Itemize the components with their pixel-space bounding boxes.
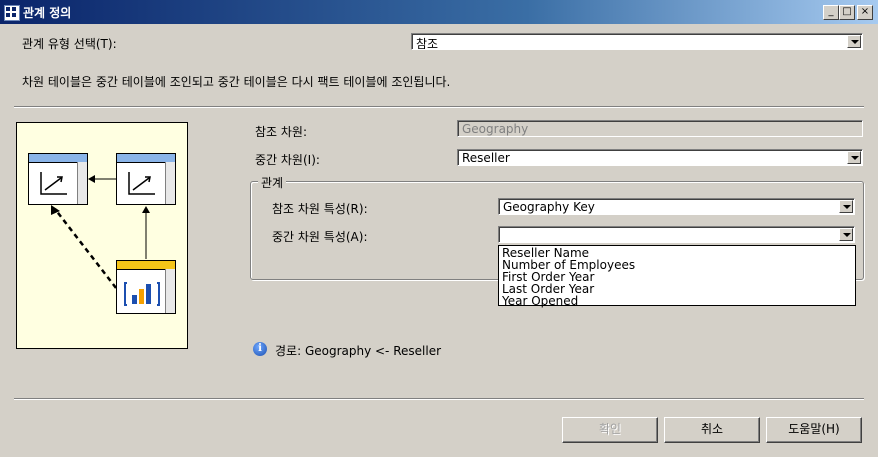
reference-attribute-label: 참조 차원 특성(R): [272, 202, 368, 216]
path-text: 경로: Geography <- Reseller [275, 344, 442, 358]
relationship-diagram [16, 122, 188, 349]
app-icon [4, 5, 20, 21]
relation-type-select[interactable]: 참조 [411, 33, 863, 51]
dropdown-option[interactable]: Year Opened [502, 295, 578, 307]
cancel-button[interactable]: 취소 [664, 417, 760, 443]
relationship-group-label: 관계 [258, 174, 287, 191]
intermediate-attribute-label: 중간 차원 특성(A): [272, 230, 368, 244]
window-title: 관계 정의 [23, 6, 72, 20]
diagram-connectors [51, 175, 150, 289]
chevron-down-icon[interactable] [847, 151, 861, 164]
chevron-down-icon[interactable] [839, 200, 853, 213]
chevron-down-icon[interactable] [839, 228, 853, 241]
reference-dimension-value: Geography [462, 122, 529, 136]
intermediate-dimension-value: Reseller [462, 151, 510, 165]
minimize-button[interactable]: _ [823, 5, 839, 20]
ok-button[interactable]: 확인 [562, 417, 658, 443]
reference-dimension-field: Geography [457, 120, 863, 137]
divider [14, 398, 864, 400]
intermediate-attribute-select[interactable] [498, 226, 855, 243]
relation-type-label: 관계 유형 선택(T): [22, 37, 117, 51]
intermediate-attribute-dropdown-list[interactable]: Reseller Name Number of Employees First … [498, 245, 856, 307]
close-button[interactable]: × [857, 5, 873, 20]
intermediate-dimension-label: 중간 차원(I): [255, 153, 320, 167]
relation-type-value: 참조 [416, 37, 439, 51]
maximize-button[interactable]: □ [839, 5, 855, 20]
info-icon: i [253, 342, 267, 356]
help-button[interactable]: 도움말(H) [766, 417, 862, 443]
title-bar[interactable]: 관계 정의 _ □ × [0, 0, 878, 24]
reference-dimension-label: 참조 차원: [255, 125, 308, 139]
reference-attribute-select[interactable]: Geography Key [498, 198, 855, 215]
intermediate-dimension-select[interactable]: Reseller [457, 149, 863, 166]
divider [14, 106, 864, 108]
description-text: 차원 테이블은 중간 테이블에 조인되고 중간 테이블은 다시 팩트 테이블에 … [22, 75, 451, 89]
chevron-down-icon[interactable] [847, 35, 861, 48]
reference-attribute-value: Geography Key [503, 200, 595, 214]
